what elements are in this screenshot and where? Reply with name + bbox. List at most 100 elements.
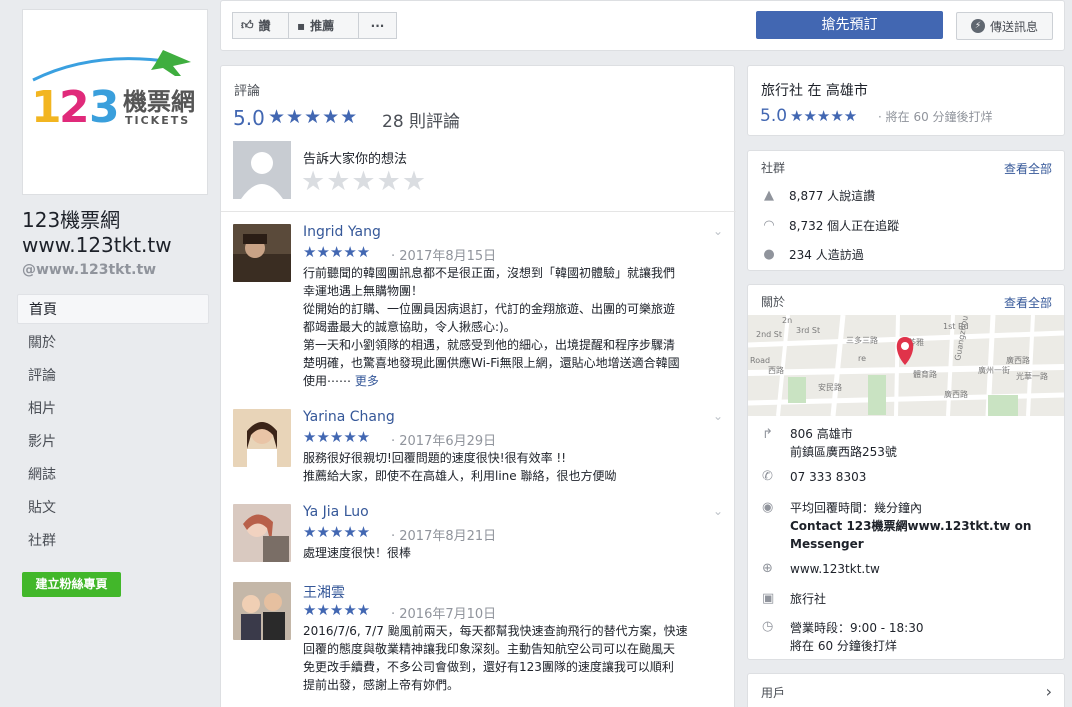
- phone-icon: ✆: [762, 469, 773, 484]
- review-stars: ★★★★★: [303, 243, 371, 261]
- map-label: 光華一路: [1016, 371, 1048, 381]
- chevron-down-icon[interactable]: ⌄: [713, 224, 723, 238]
- info-rating-score: 5.0: [760, 106, 788, 126]
- create-page-button[interactable]: 建立粉絲專頁: [22, 572, 121, 597]
- map-label: 安民路: [818, 382, 842, 392]
- review-stars: ★★★★★: [303, 428, 371, 446]
- community-see-all-link[interactable]: 查看全部: [1004, 160, 1052, 177]
- address[interactable]: 806 高雄市 前鎮區廣西路253號: [790, 425, 897, 461]
- checkins-row: ● 234 人造訪過: [760, 246, 863, 263]
- hours-note: 將在 60 分鐘後打烊: [790, 639, 897, 653]
- reviewer-avatar[interactable]: [233, 582, 291, 640]
- review-text: 行前聽聞的韓國團訊息都不是很正面，沒想到「韓國初體驗」就讓我們 幸運地遇上無購物…: [303, 266, 680, 388]
- speech-bubble-icon: ▪: [297, 18, 306, 33]
- website-link[interactable]: www.123tkt.tw: [790, 560, 880, 578]
- review-date[interactable]: · 2017年8月15日: [391, 245, 496, 264]
- reviewer-name[interactable]: 王湘雲: [303, 582, 345, 602]
- rating-stars: ★★★★★: [268, 106, 359, 128]
- review-text: 服務很好很親切!回覆問題的速度很快!很有效率 !! 推薦給大家，即使不在高雄人，…: [303, 451, 617, 483]
- map-label: 廣西路: [1006, 355, 1030, 365]
- nav-posts[interactable]: 貼文: [17, 493, 209, 523]
- nav-photos[interactable]: 相片: [17, 394, 209, 424]
- logo-sub-text: TICKETS: [125, 114, 190, 127]
- map-label: 體育路: [913, 369, 937, 379]
- reviews-heading: 評論: [234, 84, 261, 99]
- phone-number[interactable]: 07 333 8303: [790, 468, 866, 486]
- nav-about[interactable]: 關於: [17, 328, 209, 358]
- likes-row: ▲ 8,877 人說這讚: [760, 187, 875, 204]
- nav-home[interactable]: 首頁: [17, 294, 209, 324]
- profile-picture[interactable]: 1 2 3 機票網 TICKETS: [22, 9, 208, 195]
- more-button[interactable]: ···: [358, 12, 397, 39]
- like-button[interactable]: 👍︎ 讚: [232, 12, 289, 39]
- map-label: 3rd St: [796, 326, 820, 335]
- followers-row: ◠ 8,732 個人正在追蹤: [760, 217, 899, 234]
- review-count[interactable]: 28 則評論: [382, 107, 460, 132]
- users-heading: 用戶: [761, 686, 786, 700]
- reviewer-name[interactable]: Ingrid Yang: [303, 224, 381, 240]
- user-avatar: [233, 141, 291, 199]
- directions-icon: ↱: [762, 427, 773, 442]
- map-label: 2nd St: [756, 330, 782, 339]
- divider: [221, 211, 736, 212]
- nav-notes[interactable]: 網誌: [17, 460, 209, 490]
- globe-icon: ⊕: [762, 561, 773, 576]
- review-date[interactable]: · 2017年8月21日: [391, 525, 496, 544]
- reviewer-avatar[interactable]: [233, 409, 291, 467]
- nav-videos[interactable]: 影片: [17, 427, 209, 457]
- map-label: 廣西路: [944, 389, 968, 399]
- map-label: re: [858, 354, 866, 363]
- location-pin-icon: ●: [763, 247, 775, 262]
- page-category[interactable]: 旅行社 在 高雄市: [761, 80, 868, 100]
- chevron-down-icon[interactable]: ⌄: [713, 409, 723, 423]
- map-label: 西路: [768, 365, 784, 375]
- reviews-section: 評論 5.0 ★★★★★ 28 則評論 告訴大家你的想法 ★★★★★ Ingri…: [220, 65, 736, 707]
- nav-community[interactable]: 社群: [17, 526, 209, 556]
- about-heading: 關於: [761, 295, 786, 309]
- info-rating-stars: ★★★★★: [790, 107, 858, 125]
- reviewer-avatar[interactable]: [233, 224, 291, 282]
- business-hours[interactable]: 營業時段：9:00 - 18:30: [790, 619, 924, 637]
- rate-stars-input[interactable]: ★★★★★: [301, 166, 427, 197]
- reviewer-name[interactable]: Ya Jia Luo: [303, 504, 369, 520]
- reviewer-avatar[interactable]: [233, 504, 291, 562]
- about-see-all-link[interactable]: 查看全部: [1004, 294, 1052, 311]
- logo-digit-2: 2: [59, 82, 90, 133]
- compose-review-prompt[interactable]: 告訴大家你的想法: [303, 148, 407, 167]
- send-message-button[interactable]: ⚡ 傳送訊息: [956, 12, 1053, 40]
- review-date[interactable]: · 2017年6月29日: [391, 430, 496, 449]
- map-label: 廣州一街: [978, 365, 1010, 375]
- review-stars: ★★★★★: [303, 523, 371, 541]
- book-now-button[interactable]: 搶先預訂: [756, 11, 943, 39]
- map-label: 三多三路: [846, 335, 878, 345]
- logo-brand-text: 機票網: [123, 88, 195, 116]
- community-heading: 社群: [761, 161, 786, 175]
- map-label: Road: [750, 356, 770, 365]
- messenger-link[interactable]: Contact 123機票網www.123tkt.tw on Messenger: [790, 517, 1031, 553]
- recommend-button[interactable]: ▪ 推薦: [288, 12, 359, 39]
- page-info-card: 旅行社 在 高雄市 5.0 ★★★★★ · 將在 60 分鐘後打烊: [747, 65, 1065, 136]
- reviewer-name[interactable]: Yarina Chang: [303, 409, 395, 425]
- location-map[interactable]: 3rd St 三多三路 1st Rd 2nd St 廣西路 光華一路 安民路 體…: [748, 315, 1064, 416]
- review-text: 處理速度很快！很棒: [303, 546, 412, 560]
- plane-icon: [151, 50, 191, 76]
- chevron-right-icon[interactable]: ›: [1046, 682, 1052, 701]
- logo: 1 2 3 機票網 TICKETS: [31, 50, 195, 133]
- review-text: 2016/7/6, 7/7 颱風前兩天，每天都幫我快速查詢飛行的替代方案，快速 …: [303, 624, 688, 692]
- page-handle[interactable]: @www.123tkt.tw: [22, 262, 156, 278]
- clock-icon: ◷: [762, 619, 774, 634]
- users-card[interactable]: 用戶 ›: [747, 673, 1065, 707]
- map-label: 2n: [782, 316, 792, 325]
- review-date[interactable]: · 2016年7月10日: [391, 603, 496, 622]
- page-title: 123機票網 www.123tkt.tw: [22, 208, 212, 258]
- see-more-link[interactable]: 更多: [355, 374, 379, 388]
- nav-reviews[interactable]: 評論: [17, 361, 209, 391]
- action-bar: 👍︎ 讚 ▪ 推薦 ··· 搶先預訂 ⚡ 傳送訊息: [220, 0, 1065, 51]
- category-link[interactable]: 旅行社: [790, 590, 826, 608]
- messenger-icon: ⚡: [970, 19, 985, 33]
- chevron-down-icon[interactable]: ⌄: [713, 504, 723, 518]
- thumbs-up-icon: ▲: [764, 188, 774, 203]
- about-card: 關於 查看全部 3rd St 三多三路 1st Rd 2nd St 廣西路 光華…: [747, 284, 1065, 660]
- logo-digit-1: 1: [31, 82, 62, 133]
- page-title-line2: www.123tkt.tw: [22, 233, 172, 257]
